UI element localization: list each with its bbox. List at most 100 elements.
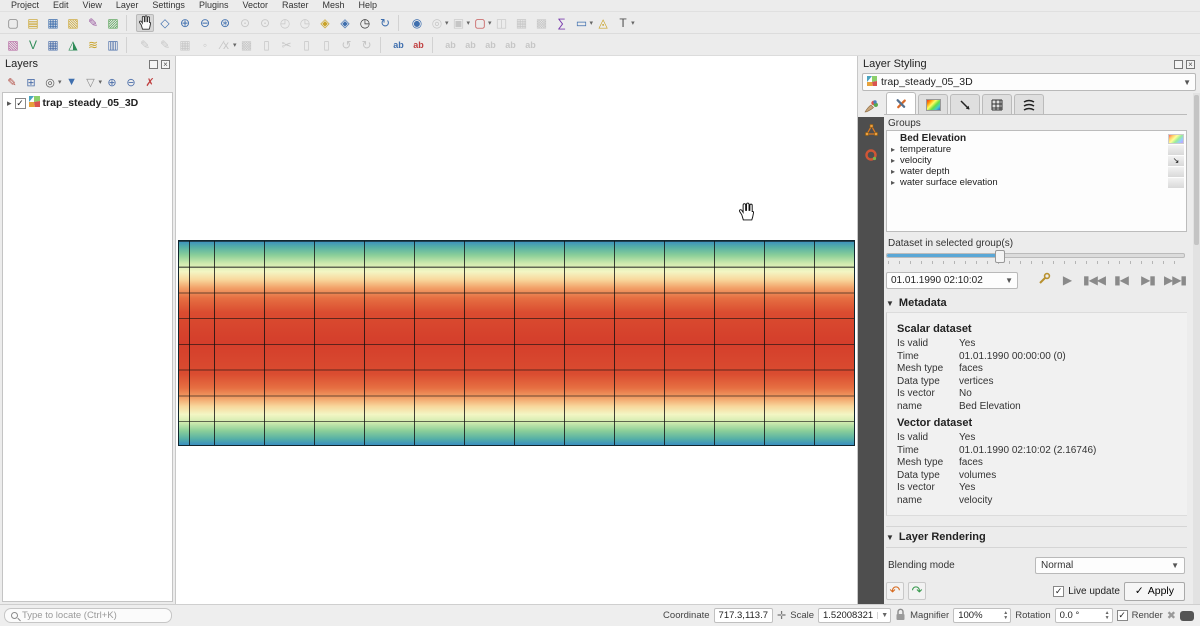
measure-icon[interactable]: ▭: [573, 14, 591, 32]
add-vector-layer-icon[interactable]: V: [24, 36, 42, 54]
scale-select[interactable]: 1.52008321 ▼: [818, 608, 891, 623]
new-spatial-bookmark-icon[interactable]: ◈: [316, 14, 334, 32]
menu-raster[interactable]: Raster: [275, 0, 316, 11]
open-project-icon[interactable]: ▤: [24, 14, 42, 32]
filter-legend-by-expression-icon[interactable]: ▽: [83, 74, 99, 90]
show-hide-labels-icon[interactable]: ab: [482, 36, 500, 54]
move-label-icon[interactable]: ab: [502, 36, 520, 54]
pan-map-icon[interactable]: [136, 14, 154, 32]
playback-settings-icon[interactable]: [1038, 272, 1051, 288]
tasks-icon[interactable]: ✖: [1167, 609, 1176, 622]
style-manager-icon[interactable]: ✎: [84, 14, 102, 32]
zoom-next-icon[interactable]: ◷: [296, 14, 314, 32]
text-annotation-icon[interactable]: T: [614, 14, 632, 32]
first-frame-button[interactable]: ▮◀◀: [1085, 271, 1103, 289]
chevron-down-icon[interactable]: ▾: [488, 19, 492, 27]
undo-icon[interactable]: ↺: [338, 36, 356, 54]
messages-icon[interactable]: [1180, 611, 1194, 621]
collapse-all-icon[interactable]: ⊖: [123, 74, 139, 90]
rotation-input[interactable]: 0.0 ° ▲▼: [1055, 608, 1113, 623]
extents-toggle-icon[interactable]: ✛: [777, 609, 786, 622]
run-feature-action-icon[interactable]: ◎: [428, 14, 446, 32]
group-row-bed-elevation[interactable]: Bed Elevation: [887, 133, 1186, 144]
statistical-summary-icon[interactable]: ∑: [553, 14, 571, 32]
zoom-full-icon[interactable]: ⊛: [216, 14, 234, 32]
redo-icon[interactable]: ↻: [358, 36, 376, 54]
styling-panel-float-button[interactable]: [1174, 60, 1183, 69]
select-features-icon[interactable]: ▣: [450, 14, 468, 32]
locate-input[interactable]: Type to locate (Ctrl+K): [4, 608, 172, 623]
styling-panel-close-button[interactable]: ×: [1186, 60, 1195, 69]
open-layer-styling-icon[interactable]: ✎: [4, 74, 20, 90]
play-button[interactable]: ▶: [1058, 271, 1076, 289]
save-project-as-icon[interactable]: ▧: [64, 14, 82, 32]
show-statistical-summary-dock-icon[interactable]: ▨: [104, 14, 122, 32]
zoom-out-icon[interactable]: ⊖: [196, 14, 214, 32]
digitize-with-segment-icon[interactable]: ◦: [196, 36, 214, 54]
group-indicator[interactable]: [1168, 145, 1184, 155]
vector-arrow-icon[interactable]: ↘: [1168, 156, 1184, 166]
metadata-header[interactable]: ▼ Metadata: [886, 297, 1187, 309]
expander-icon[interactable]: ▸: [891, 178, 900, 187]
menu-view[interactable]: View: [76, 0, 109, 11]
save-project-icon[interactable]: ▦: [44, 14, 62, 32]
magnifier-input[interactable]: 100% ▲▼: [953, 608, 1011, 623]
scalar-ramp-icon[interactable]: [1168, 134, 1184, 144]
field-calculator-icon[interactable]: ▩: [533, 14, 551, 32]
expander-icon[interactable]: ▸: [891, 167, 900, 176]
apply-button[interactable]: ✓ Apply: [1124, 582, 1185, 601]
zoom-last-icon[interactable]: ◴: [276, 14, 294, 32]
vertical-tab-symbology[interactable]: [858, 93, 884, 117]
data-source-manager-icon[interactable]: ▧: [4, 36, 22, 54]
pan-to-selection-icon[interactable]: ◇: [156, 14, 174, 32]
expander-icon[interactable]: ▸: [891, 156, 900, 165]
slider-handle[interactable]: [995, 250, 1005, 263]
manage-map-themes-icon[interactable]: ◎: [42, 74, 58, 90]
scrollbar-thumb[interactable]: [1194, 95, 1199, 245]
tab-general-settings[interactable]: [886, 92, 916, 114]
map-tips-icon[interactable]: ◬: [594, 14, 612, 32]
expand-all-icon[interactable]: ⊕: [104, 74, 120, 90]
spinner-arrows-icon[interactable]: ▲▼: [1105, 611, 1110, 621]
modify-attributes-icon[interactable]: ▩: [238, 36, 256, 54]
chevron-down-icon[interactable]: ▾: [99, 78, 103, 86]
chevron-down-icon[interactable]: ▾: [58, 78, 62, 86]
expander-icon[interactable]: ▸: [7, 98, 12, 109]
dataset-time-select[interactable]: 01.01.1990 02:10:02 ▼: [886, 272, 1018, 289]
layer-diagram-icon[interactable]: ab: [410, 36, 428, 54]
group-row-velocity[interactable]: ▸velocity↘: [887, 155, 1186, 166]
menu-vector[interactable]: Vector: [235, 0, 275, 11]
layers-panel-float-button[interactable]: [149, 60, 158, 69]
change-label-icon[interactable]: ab: [522, 36, 540, 54]
menu-settings[interactable]: Settings: [145, 0, 192, 11]
map-canvas[interactable]: [176, 56, 857, 604]
vertex-tool-icon[interactable]: ∕x: [216, 36, 234, 54]
layer-rendering-header[interactable]: ▼ Layer Rendering: [886, 526, 1187, 548]
layer-labeling-icon[interactable]: ab: [390, 36, 408, 54]
add-virtual-layer-icon[interactable]: ▥: [104, 36, 122, 54]
chevron-down-icon[interactable]: ▾: [590, 19, 594, 27]
add-raster-layer-icon[interactable]: ▦: [44, 36, 62, 54]
styling-layer-select[interactable]: trap_steady_05_3D ▼: [862, 73, 1196, 91]
next-frame-button[interactable]: ▶▮: [1139, 271, 1157, 289]
toggle-editing-icon[interactable]: ✎: [156, 36, 174, 54]
deselect-features-icon[interactable]: ▢: [471, 14, 489, 32]
add-delimited-text-layer-icon[interactable]: ≋: [84, 36, 102, 54]
menu-plugins[interactable]: Plugins: [192, 0, 236, 11]
menu-project[interactable]: Project: [4, 0, 46, 11]
menu-mesh[interactable]: Mesh: [316, 0, 352, 11]
styling-scrollbar[interactable]: [1193, 93, 1200, 604]
render-checkbox[interactable]: ✓: [1117, 610, 1128, 621]
menu-layer[interactable]: Layer: [109, 0, 146, 11]
lock-scale-icon[interactable]: [895, 608, 906, 624]
expander-icon[interactable]: ▸: [891, 145, 900, 154]
spinner-arrows-icon[interactable]: ▲▼: [1003, 611, 1008, 621]
menu-help[interactable]: Help: [352, 0, 385, 11]
coordinate-input[interactable]: 717.3,113.7: [714, 608, 773, 623]
identify-features-icon[interactable]: ◉: [408, 14, 426, 32]
highlight-pinned-labels-icon[interactable]: ab: [442, 36, 460, 54]
cut-features-icon[interactable]: ✂: [278, 36, 296, 54]
pin-unpin-labels-icon[interactable]: ab: [462, 36, 480, 54]
blending-mode-select[interactable]: Normal ▼: [1035, 557, 1185, 574]
style-undo-button[interactable]: ↶: [886, 582, 904, 600]
